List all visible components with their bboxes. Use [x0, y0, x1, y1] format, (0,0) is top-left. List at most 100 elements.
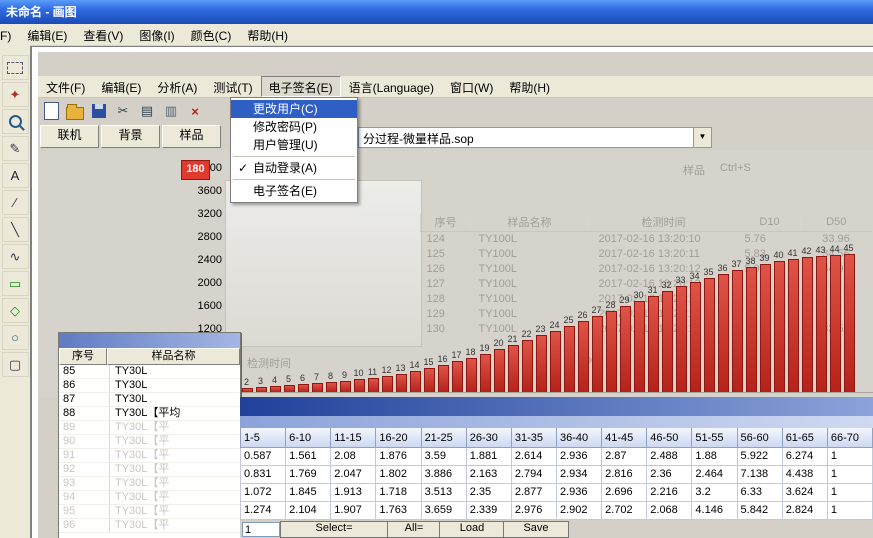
- app-menu-item[interactable]: 测试(T): [205, 76, 260, 97]
- footer-button-load[interactable]: Load: [439, 521, 505, 538]
- list-item[interactable]: 86TY30L: [59, 379, 240, 393]
- seq-cell: 87: [59, 393, 110, 406]
- paint-titlebar[interactable]: 未命名 - 画图: [0, 0, 873, 24]
- seq-cell: 89: [59, 421, 110, 434]
- combo-dropdown-icon[interactable]: ▼: [693, 128, 711, 147]
- float-window-titlebar[interactable]: [59, 333, 240, 348]
- menu-separator: [233, 156, 355, 157]
- bar: [536, 335, 547, 392]
- list-item[interactable]: 89TY30L【平: [59, 421, 240, 435]
- seq-cell: 92: [59, 463, 110, 476]
- dropdown-item[interactable]: 用户管理(U): [231, 136, 357, 154]
- result-count-input[interactable]: [242, 522, 280, 537]
- rounded-rect-tool[interactable]: ▢: [2, 352, 29, 377]
- bar: [480, 354, 491, 392]
- dropdown-item[interactable]: 更改用户(C): [231, 100, 357, 118]
- result-col-header: 51-55: [692, 428, 737, 448]
- brush-tool[interactable]: ∕: [2, 190, 29, 215]
- bar: [242, 388, 253, 392]
- list-item[interactable]: 95TY30L【平: [59, 505, 240, 519]
- result-col-header: 6-10: [286, 428, 331, 448]
- float-col-header-seq[interactable]: 序号: [59, 348, 107, 365]
- list-item[interactable]: 94TY30L【平: [59, 491, 240, 505]
- toolbar-button-样品[interactable]: 样品: [162, 125, 221, 148]
- list-item[interactable]: 87TY30L: [59, 393, 240, 407]
- polygon-tool[interactable]: ◇: [2, 298, 29, 323]
- rectangle-tool[interactable]: ▭: [2, 271, 29, 296]
- app-menubar: 文件(F)编辑(E)分析(A)测试(T)电子签名(E)语言(Language)窗…: [38, 76, 873, 98]
- bar: [816, 256, 827, 392]
- footer-button-select[interactable]: Select=: [280, 521, 388, 538]
- copy-icon[interactable]: ▤: [136, 100, 158, 122]
- dropdown-item[interactable]: 电子签名(E): [231, 182, 357, 200]
- list-item[interactable]: 93TY30L【平: [59, 477, 240, 491]
- free-select-tool[interactable]: [2, 55, 29, 80]
- table-cell: 1.072: [241, 484, 286, 502]
- paint-menu-item[interactable]: 颜色(C): [183, 24, 240, 45]
- list-item[interactable]: 92TY30L【平: [59, 463, 240, 477]
- list-item[interactable]: 91TY30L【平: [59, 449, 240, 463]
- paste-icon[interactable]: ▥: [160, 100, 182, 122]
- table-cell: 1.881: [466, 448, 511, 466]
- list-item[interactable]: 90TY30L【平: [59, 435, 240, 449]
- app-menu-item[interactable]: 帮助(H): [501, 76, 558, 97]
- list-item[interactable]: 88TY30L【平均: [59, 407, 240, 421]
- curve-tool[interactable]: ∿: [2, 244, 29, 269]
- bar-index-label: 45: [839, 243, 858, 253]
- dropdown-item[interactable]: 修改密码(P): [231, 118, 357, 136]
- bar: [550, 331, 561, 392]
- dropdown-item-label: 更改用户(C): [253, 102, 318, 116]
- pencil-tool-glyph: ✎: [10, 141, 21, 157]
- cut-icon[interactable]: ✂: [112, 100, 134, 122]
- toolbar-button-背景[interactable]: 背景: [101, 125, 160, 148]
- save-icon[interactable]: [88, 100, 110, 122]
- y-tick-label: 3600: [186, 185, 222, 197]
- pencil-tool[interactable]: ✎: [2, 136, 29, 161]
- new-file-icon[interactable]: [40, 100, 62, 122]
- axis-max-badge: 180: [181, 160, 210, 180]
- paint-menu-item[interactable]: 文件(F): [0, 24, 19, 45]
- result-col-header: 11-15: [331, 428, 376, 448]
- list-item[interactable]: 96TY30L【平: [59, 519, 240, 533]
- color-picker-tool[interactable]: ✦: [2, 82, 29, 107]
- sop-combo[interactable]: 分过程-微量样品.sop ▼: [358, 127, 712, 148]
- table-cell: 1.845: [286, 484, 331, 502]
- result-col-header: 16-20: [376, 428, 421, 448]
- toolbar-button-联机[interactable]: 联机: [40, 125, 99, 148]
- app-menu-item[interactable]: 文件(F): [38, 76, 93, 97]
- seq-cell: 91: [59, 449, 110, 462]
- paint-menu-item[interactable]: 编辑(E): [19, 24, 75, 45]
- list-item[interactable]: 85TY30L: [59, 365, 240, 379]
- window-title: 未命名 - 画图: [6, 5, 77, 19]
- app-menu-item[interactable]: 编辑(E): [93, 76, 149, 97]
- bar: [410, 371, 421, 392]
- name-cell: TY30L【平: [110, 505, 240, 518]
- dropdown-item[interactable]: ✓自动登录(A): [231, 159, 357, 177]
- result-col-header: 56-60: [737, 428, 782, 448]
- footer-button-all[interactable]: All=: [387, 521, 441, 538]
- float-col-header-name[interactable]: 样品名称: [107, 348, 240, 365]
- bar: [802, 257, 813, 392]
- result-col-header: 46-50: [647, 428, 692, 448]
- delete-icon[interactable]: ×: [184, 100, 206, 122]
- app-menu-item[interactable]: 语言(Language): [341, 76, 442, 97]
- table-cell: 1.907: [331, 502, 376, 520]
- open-file-icon[interactable]: [64, 100, 86, 122]
- table-cell: 1: [827, 502, 872, 520]
- footer-button-save[interactable]: Save: [503, 521, 569, 538]
- app-menu-item[interactable]: 窗口(W): [442, 76, 501, 97]
- line-tool[interactable]: ╲: [2, 217, 29, 242]
- app-menu-item[interactable]: 分析(A): [149, 76, 205, 97]
- ellipse-tool[interactable]: ○: [2, 325, 29, 350]
- zoom-tool[interactable]: [2, 109, 29, 134]
- result-window-caption[interactable]: [240, 397, 873, 416]
- table-cell: 2.339: [466, 502, 511, 520]
- delete-icon-glyph: ×: [191, 104, 199, 119]
- table-cell: 2.068: [647, 502, 692, 520]
- paint-menu-item[interactable]: 查看(V): [75, 24, 131, 45]
- text-tool[interactable]: A: [2, 163, 29, 188]
- app-menu-item[interactable]: 电子签名(E): [261, 76, 341, 97]
- table-cell: 2.976: [511, 502, 556, 520]
- paint-menu-item[interactable]: 帮助(H): [239, 24, 296, 45]
- paint-menu-item[interactable]: 图像(I): [131, 24, 182, 45]
